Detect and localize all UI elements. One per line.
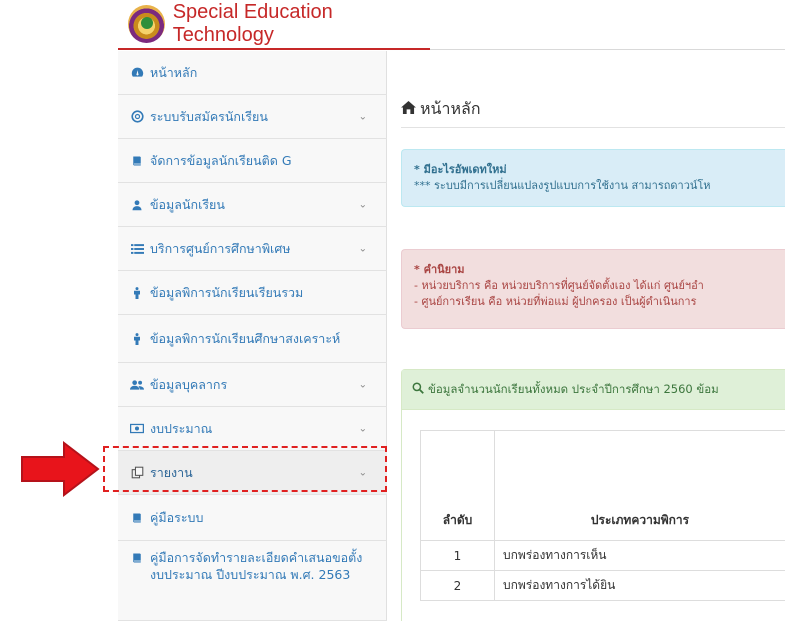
sidebar-nav: หน้าหลัก ระบบรับสมัครนักเรียน ⌄ จัดการข้… [118, 51, 387, 621]
sidebar-item-label: ข้อมูลพิการนักเรียนศึกษาสงเคราะห์ [150, 330, 341, 346]
sidebar-item-disability-inclusive[interactable]: ข้อมูลพิการนักเรียนเรียนรวม [118, 271, 387, 315]
student-count-panel: ข้อมูลจำนวนนักเรียนทั้งหมด ประจำปีการศึก… [401, 369, 785, 621]
info-alert-text: *** ระบบมีการเปลี่ยนแปลงรูปแบบการใช้งาน … [414, 179, 711, 192]
column-header-type: ประเภทความพิการ [494, 430, 785, 541]
sidebar-item-label: ข้อมูลบุคลากร [150, 376, 228, 392]
chevron-down-icon: ⌄ [358, 379, 367, 390]
table-row: 1 บกพร่องทางการเห็น [420, 540, 785, 571]
brand-title: Special Education Technology [172, 1, 333, 46]
definition-line: - หน่วยบริการ คือ หน่วยบริการที่ศูนย์จัด… [414, 279, 704, 292]
disability-table: ลำดับ ประเภทความพิการ 1 บกพร่องทางการเห็… [420, 430, 785, 601]
sidebar-item-disability-welfare[interactable]: ข้อมูลพิการนักเรียนศึกษาสงเคราะห์ [118, 315, 387, 363]
chevron-down-icon: ⌄ [358, 111, 367, 122]
school-logo-icon [128, 5, 165, 43]
person-icon [130, 286, 144, 300]
sidebar-item-label: คู่มือการจัดทำรายละเอียดคำเสนอขอตั้งงบปร… [150, 550, 363, 582]
sidebar-item-label: ข้อมูลพิการนักเรียนเรียนรวม [150, 284, 304, 300]
home-icon [401, 101, 416, 118]
table-row: 2 บกพร่องทางการได้ยิน [420, 570, 785, 601]
user-icon [130, 198, 144, 212]
users-icon [130, 378, 144, 392]
main-content: หน้าหลัก * มีอะไรอัพเดทใหม่ *** ระบบมีกา… [387, 51, 785, 621]
sidebar-item-home[interactable]: หน้าหลัก [118, 51, 387, 95]
column-header-no: ลำดับ [420, 430, 495, 541]
sidebar-item-budget-manual[interactable]: คู่มือการจัดทำรายละเอียดคำเสนอขอตั้งงบปร… [118, 541, 387, 621]
chevron-down-icon: ⌄ [358, 243, 367, 254]
sidebar-item-registration[interactable]: ระบบรับสมัครนักเรียน ⌄ [118, 95, 387, 139]
money-icon [130, 422, 144, 436]
sidebar-item-label: บริการศูนย์การศึกษาพิเศษ [150, 240, 291, 256]
table-cell: บกพร่องทางการได้ยิน [494, 570, 785, 601]
book-icon [130, 511, 144, 525]
table-header-row: ลำดับ ประเภทความพิการ [420, 430, 785, 541]
chevron-down-icon: ⌄ [358, 199, 367, 210]
divider [401, 127, 785, 128]
search-icon [412, 382, 424, 397]
page-title: หน้าหลัก [401, 97, 481, 122]
sidebar-item-personnel[interactable]: ข้อมูลบุคลากร ⌄ [118, 363, 387, 407]
sidebar-item-label: จัดการข้อมูลนักเรียนติด G [150, 152, 292, 168]
chevron-down-icon: ⌄ [358, 423, 367, 434]
sidebar-item-label: ระบบรับสมัครนักเรียน [150, 108, 268, 124]
life-ring-icon [130, 110, 144, 124]
sidebar-item-label: งบประมาณ [150, 420, 213, 436]
panel-heading: ข้อมูลจำนวนนักเรียนทั้งหมด ประจำปีการศึก… [402, 370, 785, 410]
table-cell: 2 [420, 570, 495, 601]
info-alert: * มีอะไรอัพเดทใหม่ *** ระบบมีการเปลี่ยนแ… [401, 149, 785, 207]
page-title-text: หน้าหลัก [420, 99, 481, 118]
table-cell: 1 [420, 540, 495, 571]
sidebar-item-label: คู่มือระบบ [150, 509, 204, 525]
definition-alert-heading: * คำนิยาม [414, 263, 465, 276]
dashboard-icon [130, 66, 144, 80]
table-cell: บกพร่องทางการเห็น [494, 540, 785, 571]
top-header: Special Education Technology [118, 0, 785, 50]
book-icon [130, 154, 144, 168]
red-arrow-icon [21, 441, 100, 497]
sidebar-item-manage-g[interactable]: จัดการข้อมูลนักเรียนติด G [118, 139, 387, 183]
sidebar-item-label: หน้าหลัก [150, 64, 198, 80]
book-icon [130, 551, 144, 565]
sidebar-item-label: ข้อมูลนักเรียน [150, 196, 225, 212]
info-alert-heading: * มีอะไรอัพเดทใหม่ [414, 163, 507, 176]
definition-alert: * คำนิยาม - หน่วยบริการ คือ หน่วยบริการท… [401, 249, 785, 329]
list-icon [130, 242, 144, 256]
dashed-highlight-box [103, 446, 387, 492]
panel-heading-text: ข้อมูลจำนวนนักเรียนทั้งหมด ประจำปีการศึก… [428, 381, 719, 396]
definition-line: - ศูนย์การเรียน คือ หน่วยที่พ่อแม่ ผู้ปก… [414, 295, 697, 308]
sidebar-item-manual[interactable]: คู่มือระบบ [118, 495, 387, 541]
brand[interactable]: Special Education Technology [118, 0, 430, 50]
sidebar-item-students[interactable]: ข้อมูลนักเรียน ⌄ [118, 183, 387, 227]
sidebar-item-special-center[interactable]: บริการศูนย์การศึกษาพิเศษ ⌄ [118, 227, 387, 271]
sidebar-item-budget[interactable]: งบประมาณ ⌄ [118, 407, 387, 451]
person-icon [130, 332, 144, 346]
